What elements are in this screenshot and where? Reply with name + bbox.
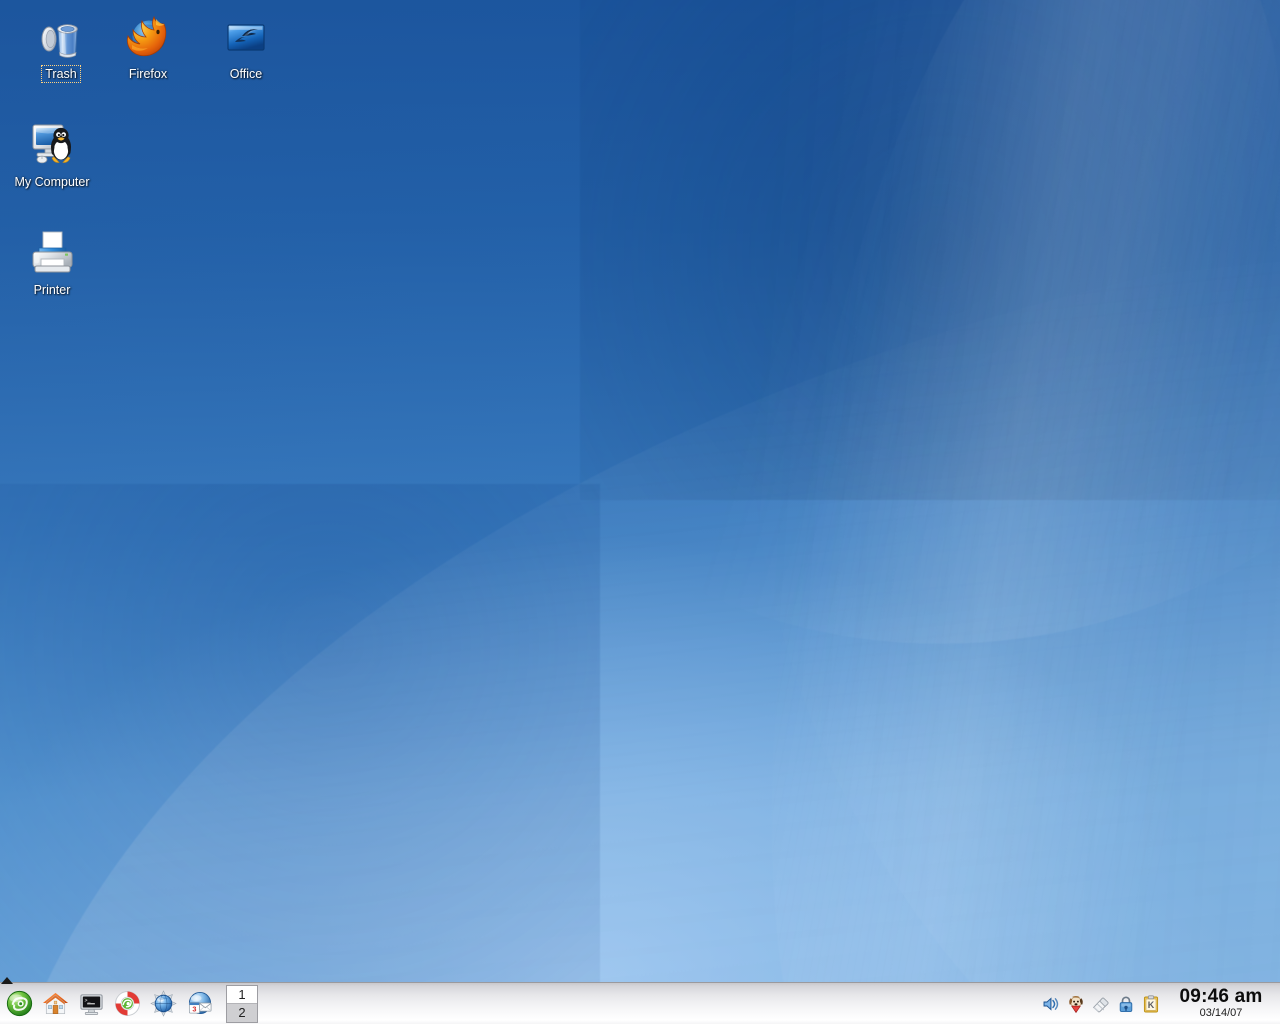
desktop-pager[interactable]: 1 2: [226, 984, 258, 1023]
desktop-icon-my-computer[interactable]: My Computer: [3, 118, 101, 191]
help-center-launcher[interactable]: [111, 986, 144, 1022]
suse-menu-button[interactable]: [3, 986, 36, 1022]
firefox-icon: [99, 10, 197, 62]
pager-desktop-2[interactable]: 2: [227, 1004, 257, 1022]
beagle-dog-icon[interactable]: [1065, 993, 1087, 1015]
desktop-icon-printer[interactable]: Printer: [3, 226, 101, 299]
desktop-icon-label: My Computer: [14, 175, 90, 189]
desktop-icon-label: Printer: [33, 283, 71, 297]
desktop-icon-label: Firefox: [128, 67, 168, 81]
home-folder-launcher[interactable]: [39, 986, 72, 1022]
pager-desktop-1[interactable]: 1: [227, 985, 257, 1004]
svg-text:3: 3: [192, 1005, 196, 1014]
openoffice-icon: [197, 10, 295, 62]
clock-time: 09:46 am: [1179, 986, 1263, 1007]
web-browser-launcher[interactable]: [147, 986, 180, 1022]
taskbar-panel: >_ 3 1 2 K 09:46 am 03/14/07: [0, 977, 1280, 1024]
eraser-icon[interactable]: [1090, 993, 1112, 1015]
clock-date: 03/14/07: [1199, 1007, 1243, 1019]
klipper-icon[interactable]: K: [1140, 993, 1162, 1015]
system-tray: K: [1034, 984, 1168, 1024]
desktop-icon-label: Office: [229, 67, 263, 81]
desktop-icon-label: Trash: [41, 65, 81, 83]
kontact-launcher[interactable]: 3: [183, 986, 216, 1022]
desktop-icon-trash[interactable]: Trash: [12, 10, 110, 83]
taskbar-clock[interactable]: 09:46 am 03/14/07: [1168, 984, 1280, 1024]
printer-icon: [3, 226, 101, 278]
terminal-launcher[interactable]: >_: [75, 986, 108, 1022]
task-list[interactable]: [264, 986, 1028, 1022]
desktop-icon-office[interactable]: Office: [197, 10, 295, 83]
trash-icon: [12, 10, 110, 62]
network-icon[interactable]: [1115, 993, 1137, 1015]
panel-hide-arrow[interactable]: [0, 974, 13, 984]
pager-label: 2: [238, 1005, 246, 1021]
desktop-icon-layer: Trash Firefox Office My Computer Printer: [0, 0, 1280, 982]
pager-label: 1: [238, 986, 246, 1002]
volume-icon[interactable]: [1040, 993, 1062, 1015]
desktop-icon-firefox[interactable]: Firefox: [99, 10, 197, 83]
svg-text:K: K: [1148, 1000, 1155, 1010]
my-computer-icon: [3, 118, 101, 170]
